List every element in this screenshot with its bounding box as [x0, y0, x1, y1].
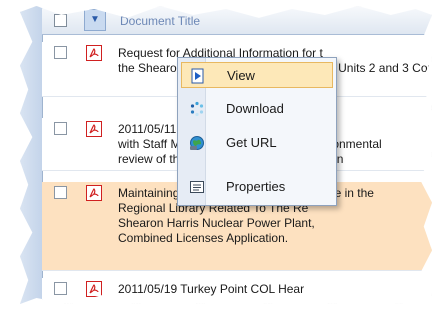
pdf-icon: [86, 121, 102, 137]
row-title-line: Shearon Harris Nuclear Power Plant,: [118, 216, 315, 230]
menu-item-label: Properties: [226, 179, 286, 194]
menu-item-label: Get URL: [226, 135, 277, 150]
context-menu: View Download Get URL Properties: [177, 57, 337, 206]
row-checkbox[interactable]: [54, 122, 67, 135]
pdf-icon: [86, 45, 102, 61]
menu-item-get-url[interactable]: Get URL: [181, 130, 333, 156]
row-title-line: Combined Licenses Application.: [118, 231, 289, 245]
row-checkbox[interactable]: [54, 282, 67, 295]
properties-icon: [189, 179, 205, 195]
view-icon: [190, 68, 206, 84]
column-header-document-title[interactable]: Document Title: [120, 14, 200, 28]
pdf-icon: [86, 281, 102, 297]
menu-item-view[interactable]: View: [181, 62, 333, 88]
menu-item-label: Download: [226, 101, 284, 116]
list-header: ▼ Document Title: [42, 6, 432, 35]
table-row[interactable]: 2011/05/19 Turkey Point COL Hear: [42, 278, 432, 304]
sort-chevron-down-icon[interactable]: ▼: [84, 9, 106, 31]
row-checkbox[interactable]: [54, 46, 67, 59]
pdf-icon: [86, 185, 102, 201]
row-title[interactable]: 2011/05/19 Turkey Point COL Hear: [118, 282, 432, 297]
menu-item-label: View: [227, 68, 255, 83]
download-icon: [189, 101, 205, 117]
left-rail: [20, 6, 43, 304]
select-all-checkbox[interactable]: [54, 14, 67, 27]
menu-item-properties[interactable]: Properties: [181, 174, 333, 200]
row-checkbox[interactable]: [54, 186, 67, 199]
globe-icon: [189, 135, 205, 151]
menu-item-download[interactable]: Download: [181, 96, 333, 122]
row-title-line: 2011/05/19 Turkey Point COL Hear: [118, 282, 305, 296]
